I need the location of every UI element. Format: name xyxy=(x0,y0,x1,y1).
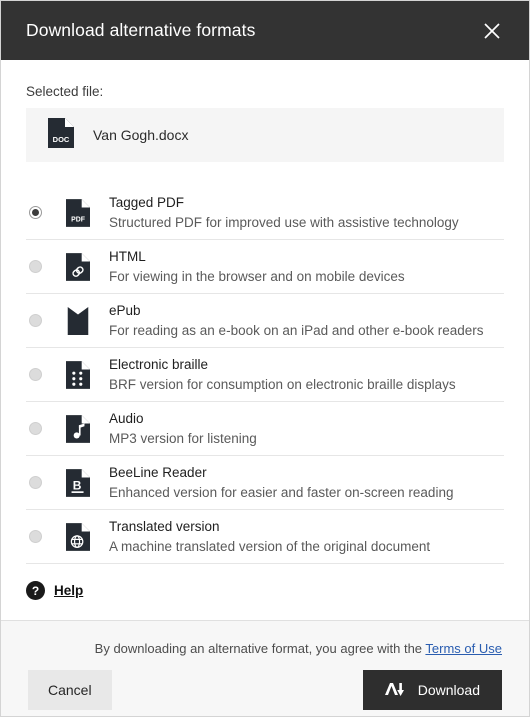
radio-html[interactable] xyxy=(29,260,42,273)
option-row-beeline-reader[interactable]: B BeeLine Reader Enhanced version for ea… xyxy=(26,456,504,510)
option-description: For viewing in the browser and on mobile… xyxy=(109,268,405,284)
radio-epub[interactable] xyxy=(29,314,42,327)
svg-text:?: ? xyxy=(32,584,39,598)
option-title: Electronic braille xyxy=(109,357,209,373)
option-text: BeeLine Reader Enhanced version for easi… xyxy=(109,464,453,501)
option-row-audio[interactable]: Audio MP3 version for listening xyxy=(26,402,504,456)
option-row-electronic-braille[interactable]: Electronic braille BRF version for consu… xyxy=(26,348,504,402)
radio-beeline-reader[interactable] xyxy=(29,476,42,489)
option-title: Translated version xyxy=(109,519,220,535)
option-title: BeeLine Reader xyxy=(109,465,207,481)
question-mark-circle-icon: ? xyxy=(26,581,45,600)
radio-audio[interactable] xyxy=(29,422,42,435)
option-text: Tagged PDF Structured PDF for improved u… xyxy=(109,194,459,231)
option-text: ePub For reading as an e-book on an iPad… xyxy=(109,302,484,339)
selected-file-card: DOC Van Gogh.docx xyxy=(26,108,504,162)
link-file-icon xyxy=(65,252,91,281)
format-options-list: PDF Tagged PDF Structured PDF for improv… xyxy=(26,186,504,564)
option-title: ePub xyxy=(109,303,141,319)
option-title: Tagged PDF xyxy=(109,195,185,211)
option-row-tagged-pdf[interactable]: PDF Tagged PDF Structured PDF for improv… xyxy=(26,186,504,240)
music-note-file-icon xyxy=(65,414,91,443)
terms-notice-text: By downloading an alternative format, yo… xyxy=(94,641,426,656)
dialog-body: Selected file: DOC Van Gogh.docx PDF Tag… xyxy=(1,60,529,620)
option-row-html[interactable]: HTML For viewing in the browser and on m… xyxy=(26,240,504,294)
download-button-label: Download xyxy=(417,682,480,698)
radio-translated-version[interactable] xyxy=(29,530,42,543)
terms-of-use-link[interactable]: Terms of Use xyxy=(425,641,502,656)
dialog-footer: By downloading an alternative format, yo… xyxy=(1,620,529,716)
selected-file-name: Van Gogh.docx xyxy=(93,127,189,143)
option-description: MP3 version for listening xyxy=(109,430,257,446)
option-description: Enhanced version for easier and faster o… xyxy=(109,484,454,500)
option-description: For reading as an e-book on an iPad and … xyxy=(109,322,484,338)
bookmark-icon xyxy=(65,306,91,335)
svg-text:DOC: DOC xyxy=(53,135,70,144)
option-description: A machine translated version of the orig… xyxy=(109,538,431,554)
braille-file-icon xyxy=(65,360,91,389)
help-link[interactable]: Help xyxy=(54,583,83,598)
option-row-translated-version[interactable]: Translated version A machine translated … xyxy=(26,510,504,564)
page-title: Download alternative formats xyxy=(26,20,256,40)
help-row[interactable]: ? Help xyxy=(26,581,504,600)
pdf-file-icon: PDF xyxy=(65,198,91,227)
doc-file-icon: DOC xyxy=(48,117,74,153)
font-download-icon xyxy=(384,682,407,698)
option-text: Translated version A machine translated … xyxy=(109,518,430,555)
dialog-header: Download alternative formats xyxy=(1,1,529,60)
option-text: Audio MP3 version for listening xyxy=(109,410,257,447)
option-description: Structured PDF for improved use with ass… xyxy=(109,214,459,230)
download-alternative-formats-dialog: Download alternative formats Selected fi… xyxy=(0,0,530,717)
radio-electronic-braille[interactable] xyxy=(29,368,42,381)
close-button[interactable] xyxy=(479,18,505,44)
option-title: HTML xyxy=(109,249,146,265)
footer-buttons: Cancel Download xyxy=(28,670,502,710)
beeline-file-icon: B xyxy=(65,468,91,497)
close-icon xyxy=(483,22,501,40)
option-row-epub[interactable]: ePub For reading as an e-book on an iPad… xyxy=(26,294,504,348)
option-title: Audio xyxy=(109,411,144,427)
radio-tagged-pdf[interactable] xyxy=(29,206,42,219)
option-text: Electronic braille BRF version for consu… xyxy=(109,356,456,393)
download-button[interactable]: Download xyxy=(362,670,502,710)
globe-file-icon xyxy=(65,522,91,551)
option-text: HTML For viewing in the browser and on m… xyxy=(109,248,405,285)
svg-text:PDF: PDF xyxy=(71,216,85,223)
selected-file-label: Selected file: xyxy=(26,84,104,99)
cancel-button[interactable]: Cancel xyxy=(28,670,112,710)
terms-notice: By downloading an alternative format, yo… xyxy=(28,621,502,656)
option-description: BRF version for consumption on electroni… xyxy=(109,376,456,392)
svg-text:B: B xyxy=(73,478,82,492)
